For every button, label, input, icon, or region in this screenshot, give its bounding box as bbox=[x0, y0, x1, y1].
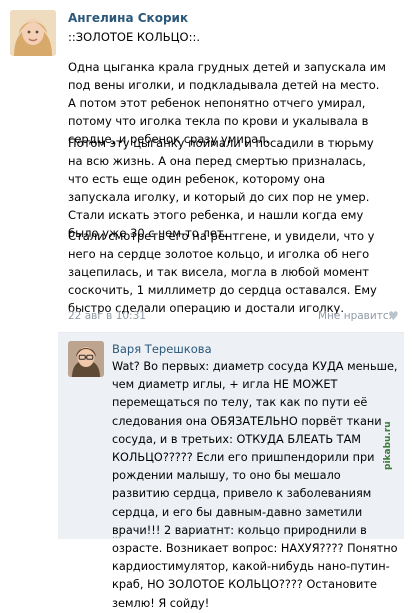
post-paragraph-3: Стали смотреть его на рентгене, и увидел… bbox=[68, 229, 377, 315]
post-author-name[interactable]: Ангелина Скорик bbox=[68, 11, 188, 25]
heart-icon[interactable]: ♥ bbox=[388, 309, 399, 323]
comment-ellipsis: ... bbox=[112, 531, 121, 541]
comment-author-avatar[interactable] bbox=[68, 341, 104, 377]
author-avatar[interactable] bbox=[10, 10, 56, 56]
post-title: ::ЗОЛОТОЕ КОЛЬЦО::. bbox=[68, 30, 201, 44]
watermark: pikabu.ru bbox=[383, 421, 393, 470]
post-date[interactable]: 22 авг в 10:31 bbox=[68, 310, 146, 322]
comment-text: Wat? Во первых: диаметр сосуда КУДА мень… bbox=[112, 360, 398, 610]
comment-author-name[interactable]: Варя Терешкова bbox=[112, 342, 212, 356]
comment: Варя Терешкова Wat? Во первых: диаметр с… bbox=[58, 333, 404, 610]
post: Ангелина Скорик ::ЗОЛОТОЕ КОЛЬЦО::. Одна… bbox=[0, 0, 412, 610]
like-button[interactable]: Мне нравится bbox=[318, 310, 395, 322]
post-paragraph-2: Потом эту цыганку поймали и посадили в т… bbox=[68, 136, 374, 240]
